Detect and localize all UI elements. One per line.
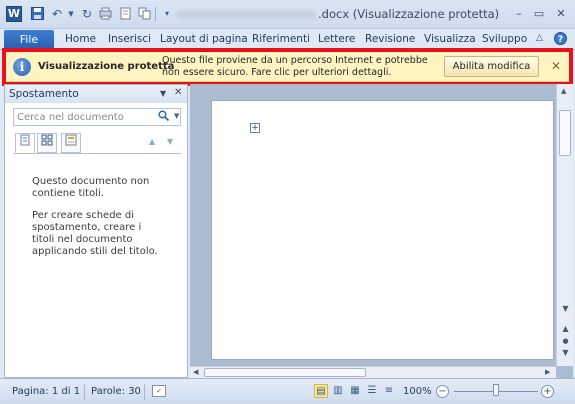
- document-page[interactable]: +: [211, 100, 554, 360]
- status-separator: [84, 384, 85, 400]
- navigation-pane-header: Spostamento ▼ ✕: [5, 85, 187, 103]
- tab-file[interactable]: File: [4, 30, 54, 49]
- word-app-icon[interactable]: W: [6, 6, 22, 22]
- scroll-down-icon[interactable]: ▼: [560, 304, 571, 314]
- zoom-level[interactable]: 100%: [403, 386, 432, 397]
- horizontal-scroll-thumb[interactable]: [204, 368, 366, 377]
- scroll-left-icon[interactable]: ◀: [193, 368, 198, 376]
- save-icon[interactable]: [30, 7, 44, 21]
- scroll-up-icon[interactable]: ▲: [561, 87, 566, 95]
- print-layout-view-icon[interactable]: ▤: [314, 384, 328, 398]
- navigation-tabs-divider: [13, 153, 181, 154]
- help-icon[interactable]: ?: [554, 32, 567, 48]
- outline-view-icon[interactable]: ☰: [365, 384, 379, 398]
- next-arrow-icon[interactable]: ▼: [167, 137, 173, 146]
- search-options-dropdown-icon[interactable]: ▼: [174, 112, 179, 120]
- page-count[interactable]: Pagina: 1 di 1: [12, 386, 80, 397]
- tab-riferimenti[interactable]: Riferimenti: [252, 33, 310, 45]
- blurred-filename: [176, 10, 316, 19]
- tab-sviluppo[interactable]: Sviluppo: [482, 33, 527, 45]
- tab-layout-di-pagina[interactable]: Layout di pagina: [160, 33, 248, 45]
- title-bar: W ↶ ▼ ↻ ▾ .docx (Visualizzazione protett…: [0, 0, 575, 29]
- tab-home[interactable]: Home: [65, 33, 96, 45]
- page-icon[interactable]: [118, 7, 132, 21]
- full-screen-reading-icon[interactable]: ▥: [331, 384, 345, 398]
- tab-browse-results[interactable]: [61, 133, 81, 153]
- navigation-pane-title: Spostamento: [9, 88, 79, 100]
- tab-revisione[interactable]: Revisione: [365, 33, 415, 45]
- search-input[interactable]: [17, 110, 147, 124]
- previous-arrow-icon[interactable]: ▲: [149, 137, 155, 146]
- tab-browse-pages[interactable]: [37, 133, 57, 153]
- zoom-out-icon[interactable]: −: [436, 385, 449, 398]
- word-count[interactable]: Parole: 30: [91, 386, 141, 397]
- zoom-slider-thumb[interactable]: [493, 384, 499, 396]
- navigation-pane: Spostamento ▼ ✕ ▼ ▲ ▼ Questo documento n…: [4, 84, 188, 378]
- status-bar: Pagina: 1 di 1 Parole: 30 ✓ ▤ ▥ ▦ ☰ ≡ 10…: [0, 378, 575, 404]
- window-title: .docx (Visualizzazione protetta): [176, 7, 499, 21]
- vertical-scrollbar[interactable]: ▲ ▼ ▲ ● ▼: [556, 84, 573, 366]
- tab-lettere[interactable]: Lettere: [318, 33, 355, 45]
- undo-icon[interactable]: ↶: [50, 7, 64, 21]
- customize-qat-icon[interactable]: ▾: [160, 7, 174, 21]
- browse-object-icon[interactable]: ●: [560, 336, 571, 346]
- document-area: + ▲ ▼ ▲ ● ▼ ◀ ▶: [190, 84, 573, 378]
- scroll-right-icon[interactable]: ▶: [545, 368, 550, 376]
- no-headings-message: Questo documento non contiene titoli.: [32, 176, 150, 199]
- pane-close-icon[interactable]: ✕: [174, 87, 182, 98]
- qat-separator: [155, 7, 156, 21]
- minimize-button[interactable]: –: [510, 6, 528, 22]
- status-separator: [144, 384, 145, 400]
- close-button[interactable]: ✕: [552, 6, 570, 22]
- next-page-icon[interactable]: ▼: [560, 348, 571, 358]
- window-title-text: .docx (Visualizzazione protetta): [318, 7, 500, 21]
- draft-view-icon[interactable]: ≡: [382, 384, 396, 398]
- undo-dropdown-icon[interactable]: ▼: [64, 7, 78, 21]
- tab-visualizza[interactable]: Visualizza: [424, 33, 476, 45]
- web-layout-icon[interactable]: ▦: [348, 384, 362, 398]
- table-move-handle-icon[interactable]: +: [250, 123, 260, 133]
- svg-text:?: ?: [558, 35, 563, 45]
- search-icon[interactable]: [158, 110, 170, 124]
- ribbon-tabs: File Home Inserisci Layout di pagina Rif…: [0, 29, 575, 50]
- copy-icon[interactable]: [137, 7, 151, 21]
- print-icon[interactable]: [98, 7, 112, 21]
- tab-browse-headings[interactable]: [15, 133, 35, 153]
- horizontal-scrollbar[interactable]: ◀ ▶: [190, 366, 556, 378]
- zoom-in-icon[interactable]: +: [541, 385, 554, 398]
- tab-inserisci[interactable]: Inserisci: [108, 33, 151, 45]
- restore-button[interactable]: ▭: [530, 6, 548, 22]
- search-box: ▼: [13, 108, 181, 126]
- highlight-outline: [2, 48, 573, 86]
- pane-options-dropdown-icon[interactable]: ▼: [160, 89, 166, 98]
- headings-instructions: Per creare schede di spostamento, creare…: [32, 210, 158, 257]
- ribbon-minimize-icon[interactable]: △: [536, 33, 543, 43]
- proofing-language-icon[interactable]: ✓: [152, 385, 166, 397]
- vertical-scroll-thumb[interactable]: [559, 110, 571, 156]
- redo-icon[interactable]: ↻: [80, 7, 94, 21]
- previous-page-icon[interactable]: ▲: [560, 324, 571, 334]
